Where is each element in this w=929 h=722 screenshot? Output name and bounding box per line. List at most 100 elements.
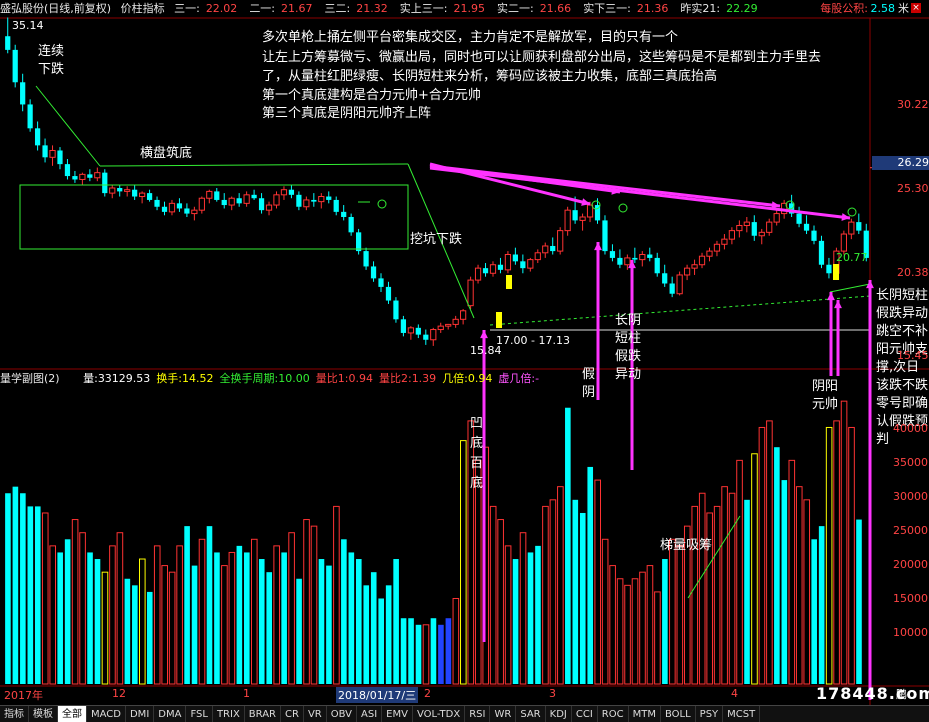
candle-body [856, 222, 862, 231]
tab-dma[interactable]: DMA [154, 706, 187, 722]
tab-模板[interactable]: 模板 [29, 706, 58, 722]
tab-emv[interactable]: EMV [382, 706, 413, 722]
candle-body [348, 216, 354, 233]
volume-item-label: 几倍: [442, 372, 468, 385]
volume-bar [266, 572, 273, 684]
candle-body [236, 198, 242, 204]
volume-bar [542, 505, 549, 685]
candle-body [184, 208, 190, 214]
high-marker [847, 207, 857, 217]
volume-item-3: 量比1:0.94 [316, 372, 373, 385]
volume-bar [310, 525, 318, 685]
volume-bar [161, 565, 168, 685]
annotation-arrowhead [827, 292, 835, 301]
support-arrow [829, 283, 871, 293]
tab-roc[interactable]: ROC [598, 706, 629, 722]
volume-bar [445, 618, 452, 684]
volume-item-value: 1.39 [411, 372, 437, 385]
volume-bar [579, 512, 586, 684]
vol-tick-20000: 20000 [893, 558, 928, 571]
date-tick-12: 12 [112, 687, 126, 700]
candle-body [146, 193, 153, 200]
tab-mtm[interactable]: MTM [629, 706, 661, 722]
y-tick-4: 20.38 [897, 266, 929, 279]
tab-brar[interactable]: BRAR [245, 706, 281, 722]
candle-body [214, 191, 220, 200]
volume-bar [79, 532, 86, 685]
candle-body [198, 197, 205, 211]
tab-obv[interactable]: OBV [327, 706, 357, 722]
tab-vr[interactable]: VR [304, 706, 327, 722]
annotation-para1: 多次单枪上捅左侧平台密集成交区，主力肯定不是解放军，目的只有一个 [262, 30, 679, 45]
annotation-para5: 第三个真底是阴阳元帅齐上阵 [262, 106, 432, 121]
tab-boll[interactable]: BOLL [661, 706, 696, 722]
tab-psy[interactable]: PSY [696, 706, 724, 722]
tab-trix[interactable]: TRIX [213, 706, 245, 722]
volume-bar [273, 545, 280, 685]
tab-fsl[interactable]: FSL [186, 706, 213, 722]
annotation-arrow [429, 166, 851, 220]
volume-bar [654, 591, 661, 685]
candle-body [393, 300, 399, 320]
y-tick-5: 15.45 [897, 349, 929, 362]
volume-bar [557, 486, 564, 685]
candle-body [773, 213, 780, 223]
candle-body [557, 230, 564, 252]
volume-bar [57, 552, 63, 684]
candle-body [407, 327, 414, 334]
volume-bar [221, 565, 228, 685]
date-tick-2: 2 [424, 687, 431, 700]
yellow-marker [506, 275, 512, 289]
volume-bar [452, 597, 460, 685]
tab-wr[interactable]: WR [490, 706, 517, 722]
candle-body [341, 211, 347, 217]
candle-body [654, 257, 660, 274]
tab-sar[interactable]: SAR [516, 706, 546, 722]
volume-bar [184, 526, 190, 684]
date-tick-4: 4 [731, 687, 738, 700]
tab-kdj[interactable]: KDJ [546, 706, 572, 722]
volume-bar [781, 480, 788, 684]
tab-全部[interactable]: 全部 [58, 706, 87, 722]
tab-vol-tdx[interactable]: VOL-TDX [413, 706, 466, 722]
candle-body [550, 245, 556, 252]
volume-item-label: 虚几倍: [498, 372, 536, 385]
candle-body [326, 196, 332, 200]
date-tick-2017: 2017年 [4, 689, 43, 702]
volume-bar [214, 552, 220, 684]
candle-body [534, 252, 541, 261]
volume-item-5: 几倍:0.94 [442, 372, 492, 385]
tab-asi[interactable]: ASI [357, 706, 383, 722]
candle-body [333, 199, 339, 212]
volume-bar [549, 499, 557, 685]
volume-bar [535, 545, 541, 684]
candle-body [811, 230, 817, 241]
tab-dmi[interactable]: DMI [126, 706, 155, 722]
candle-body [826, 264, 832, 274]
annotation-arrowhead [480, 330, 488, 339]
annotation-para2: 让左上方筹募微亏、微赢出局，同时也可以让厕获利盘部分出局，这些筹码是不是都到主力… [262, 50, 822, 65]
candle-body [72, 176, 78, 180]
tab-指标[interactable]: 指标 [0, 706, 29, 722]
tab-mcst[interactable]: MCST [723, 706, 761, 722]
volume-bar [616, 578, 624, 685]
tab-cci[interactable]: CCI [572, 706, 598, 722]
tab-cr[interactable]: CR [281, 706, 304, 722]
tab-macd[interactable]: MACD [87, 706, 126, 722]
volume-pane-name[interactable]: 量学副图(2) [0, 372, 60, 385]
date-axis: 2017年 12 1 2018/01/17/三 2 3 4 [0, 687, 870, 703]
candle-body [520, 261, 526, 269]
volume-bar [348, 552, 355, 684]
volume-bar [146, 591, 153, 684]
volume-bar [795, 486, 803, 685]
candle-body [102, 172, 108, 194]
volume-item-label: 量: [83, 372, 98, 385]
candle-body [437, 325, 444, 331]
yellow-marker [496, 312, 502, 328]
candle-body [504, 254, 512, 271]
volume-bar [153, 545, 161, 685]
volume-bar [497, 519, 504, 685]
volume-bar [721, 486, 728, 685]
tab-rsi[interactable]: RSI [465, 706, 491, 722]
volume-bar [624, 584, 631, 685]
